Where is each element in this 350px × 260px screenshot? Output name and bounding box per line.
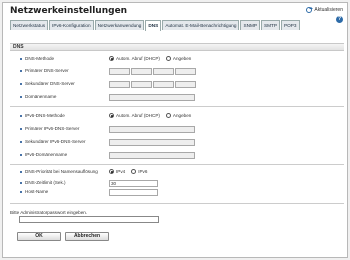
bullet-icon <box>20 127 22 130</box>
dns-primary-row: Primärer DNS-Server <box>20 68 69 73</box>
bullet-icon <box>20 170 22 173</box>
ip-octet-input[interactable] <box>131 81 152 88</box>
dns-primary-field <box>109 68 197 75</box>
hostname-label: Host-Name <box>25 189 49 194</box>
dns-method-manual-label: Angeben <box>172 56 192 61</box>
dns-secondary-field <box>109 81 197 88</box>
dns-domain-row: Domänenname <box>20 94 56 99</box>
tab-snmp[interactable]: SNMP <box>240 20 260 30</box>
cancel-button[interactable]: Abbrechen <box>65 232 109 241</box>
dns-method-label: DNS-Methode <box>25 56 55 61</box>
ip-octet-input[interactable] <box>175 81 196 88</box>
ipv6-primary-input[interactable] <box>109 126 195 133</box>
priority-ipv4-label: IPv4 <box>116 169 126 174</box>
ipv6-domain-input[interactable] <box>109 152 195 159</box>
divider <box>10 106 344 107</box>
bullet-icon <box>20 69 22 72</box>
priority-label: DNS-Priorität bei Namensauflösung <box>25 169 98 174</box>
page-title: Netzwerkeinstellungen <box>10 6 128 16</box>
ipv6-domain-row: IPv6-Domänenname <box>20 152 67 157</box>
ipv6-domain-label: IPv6-Domänenname <box>25 152 68 157</box>
dns-domain-wrapper <box>109 94 195 101</box>
dns-method-options: Autom. Abruf (DHCP) Angeben <box>109 56 191 61</box>
dns-secondary-label: Sekundärer DNS-Server <box>25 81 75 86</box>
tab-bar: Netzwerkstatus IPv6-Konfiguration Netzwe… <box>10 20 300 31</box>
dns-method-row: DNS-Methode <box>20 56 54 61</box>
refresh-icon <box>306 7 314 13</box>
dns-domain-label: Domänenname <box>25 94 57 99</box>
ipv6-method-auto-radio[interactable] <box>109 113 114 118</box>
priority-ipv6-radio[interactable] <box>131 169 137 174</box>
refresh-link[interactable]: Aktualisieren <box>306 7 343 13</box>
timeout-input[interactable]: 30 <box>109 180 158 187</box>
priority-ipv4-radio[interactable] <box>109 169 114 174</box>
tab-netzwerkanwendung[interactable]: Netzwerkanwendung <box>94 20 145 30</box>
ip-octet-input[interactable] <box>131 68 152 75</box>
dns-domain-input[interactable] <box>109 94 195 101</box>
priority-options: IPv4 IPv6 <box>109 169 147 174</box>
admin-password-label: Bitte Administratorpasswort eingeben. <box>10 210 88 215</box>
tab-ipv6-konfiguration[interactable]: IPv6-Konfiguration <box>49 20 94 30</box>
divider <box>10 203 344 204</box>
bullet-icon <box>20 82 22 85</box>
hostname-row: Host-Name <box>20 189 48 194</box>
ipv6-primary-label: Primärer IPv6-DNS-Server <box>25 126 80 131</box>
dns-method-manual-radio[interactable] <box>165 56 171 61</box>
admin-password-input[interactable] <box>19 216 159 223</box>
refresh-label: Aktualisieren <box>314 7 343 13</box>
dns-method-auto-label: Autom. Abruf (DHCP) <box>116 56 160 61</box>
tab-dns[interactable]: DNS <box>145 20 162 31</box>
dns-method-auto-radio[interactable] <box>109 56 114 61</box>
priority-row: DNS-Priorität bei Namensauflösung <box>20 169 98 174</box>
bullet-icon <box>20 153 22 156</box>
ip-octet-input[interactable] <box>109 68 130 75</box>
ip-octet-input[interactable] <box>175 68 196 75</box>
section-header: DNS <box>10 43 344 51</box>
ipv6-primary-row: Primärer IPv6-DNS-Server <box>20 126 79 131</box>
ipv6-method-row: IPv6-DNS-Methode <box>20 113 65 118</box>
ip-octet-input[interactable] <box>109 81 130 88</box>
ipv6-method-manual-radio[interactable] <box>165 113 171 118</box>
priority-ipv6-label: IPv6 <box>138 169 148 174</box>
ipv6-primary-wrapper <box>109 126 195 133</box>
timeout-row: DNS-Zeitlimit (Sek.) <box>20 180 66 185</box>
tab-email-benachrichtigung[interactable]: Automat. E-Mail-Benachrichtigung <box>162 20 240 30</box>
dns-secondary-row: Sekundärer DNS-Server <box>20 81 75 86</box>
hostname-input[interactable] <box>109 189 158 196</box>
dns-primary-label: Primärer DNS-Server <box>25 68 69 73</box>
timeout-label: DNS-Zeitlimit (Sek.) <box>25 180 66 185</box>
bullet-icon <box>20 114 22 117</box>
ipv6-secondary-input[interactable] <box>109 139 195 146</box>
ipv6-secondary-wrapper <box>109 139 195 146</box>
bullet-icon <box>20 95 22 98</box>
help-icon[interactable]: ? <box>336 16 343 23</box>
ip-octet-input[interactable] <box>153 68 174 75</box>
ipv6-secondary-label: Sekundärer IPv6-DNS-Server <box>25 139 86 144</box>
ip-octet-input[interactable] <box>153 81 174 88</box>
settings-window: Netzwerkeinstellungen Aktualisieren ? Ne… <box>2 2 348 258</box>
hostname-wrapper <box>109 189 158 196</box>
bullet-icon <box>20 57 22 60</box>
divider <box>10 164 344 165</box>
tab-netzwerkstatus[interactable]: Netzwerkstatus <box>10 20 49 30</box>
ipv6-method-auto-label: Autom. Abruf (DHCP) <box>116 113 160 118</box>
ipv6-method-label: IPv6-DNS-Methode <box>25 113 65 118</box>
tab-pop3[interactable]: POP3 <box>281 20 300 30</box>
tab-smtp[interactable]: SMTP <box>261 20 281 30</box>
ipv6-method-manual-label: Angeben <box>172 113 192 118</box>
timeout-wrapper: 30 <box>109 180 158 187</box>
ipv6-secondary-row: Sekundärer IPv6-DNS-Server <box>20 139 86 144</box>
bullet-icon <box>20 181 22 184</box>
ipv6-method-options: Autom. Abruf (DHCP) Angeben <box>109 113 191 118</box>
ok-button[interactable]: OK <box>17 232 61 241</box>
ipv6-domain-wrapper <box>109 152 195 159</box>
bullet-icon <box>20 140 22 143</box>
bullet-icon <box>20 190 22 193</box>
